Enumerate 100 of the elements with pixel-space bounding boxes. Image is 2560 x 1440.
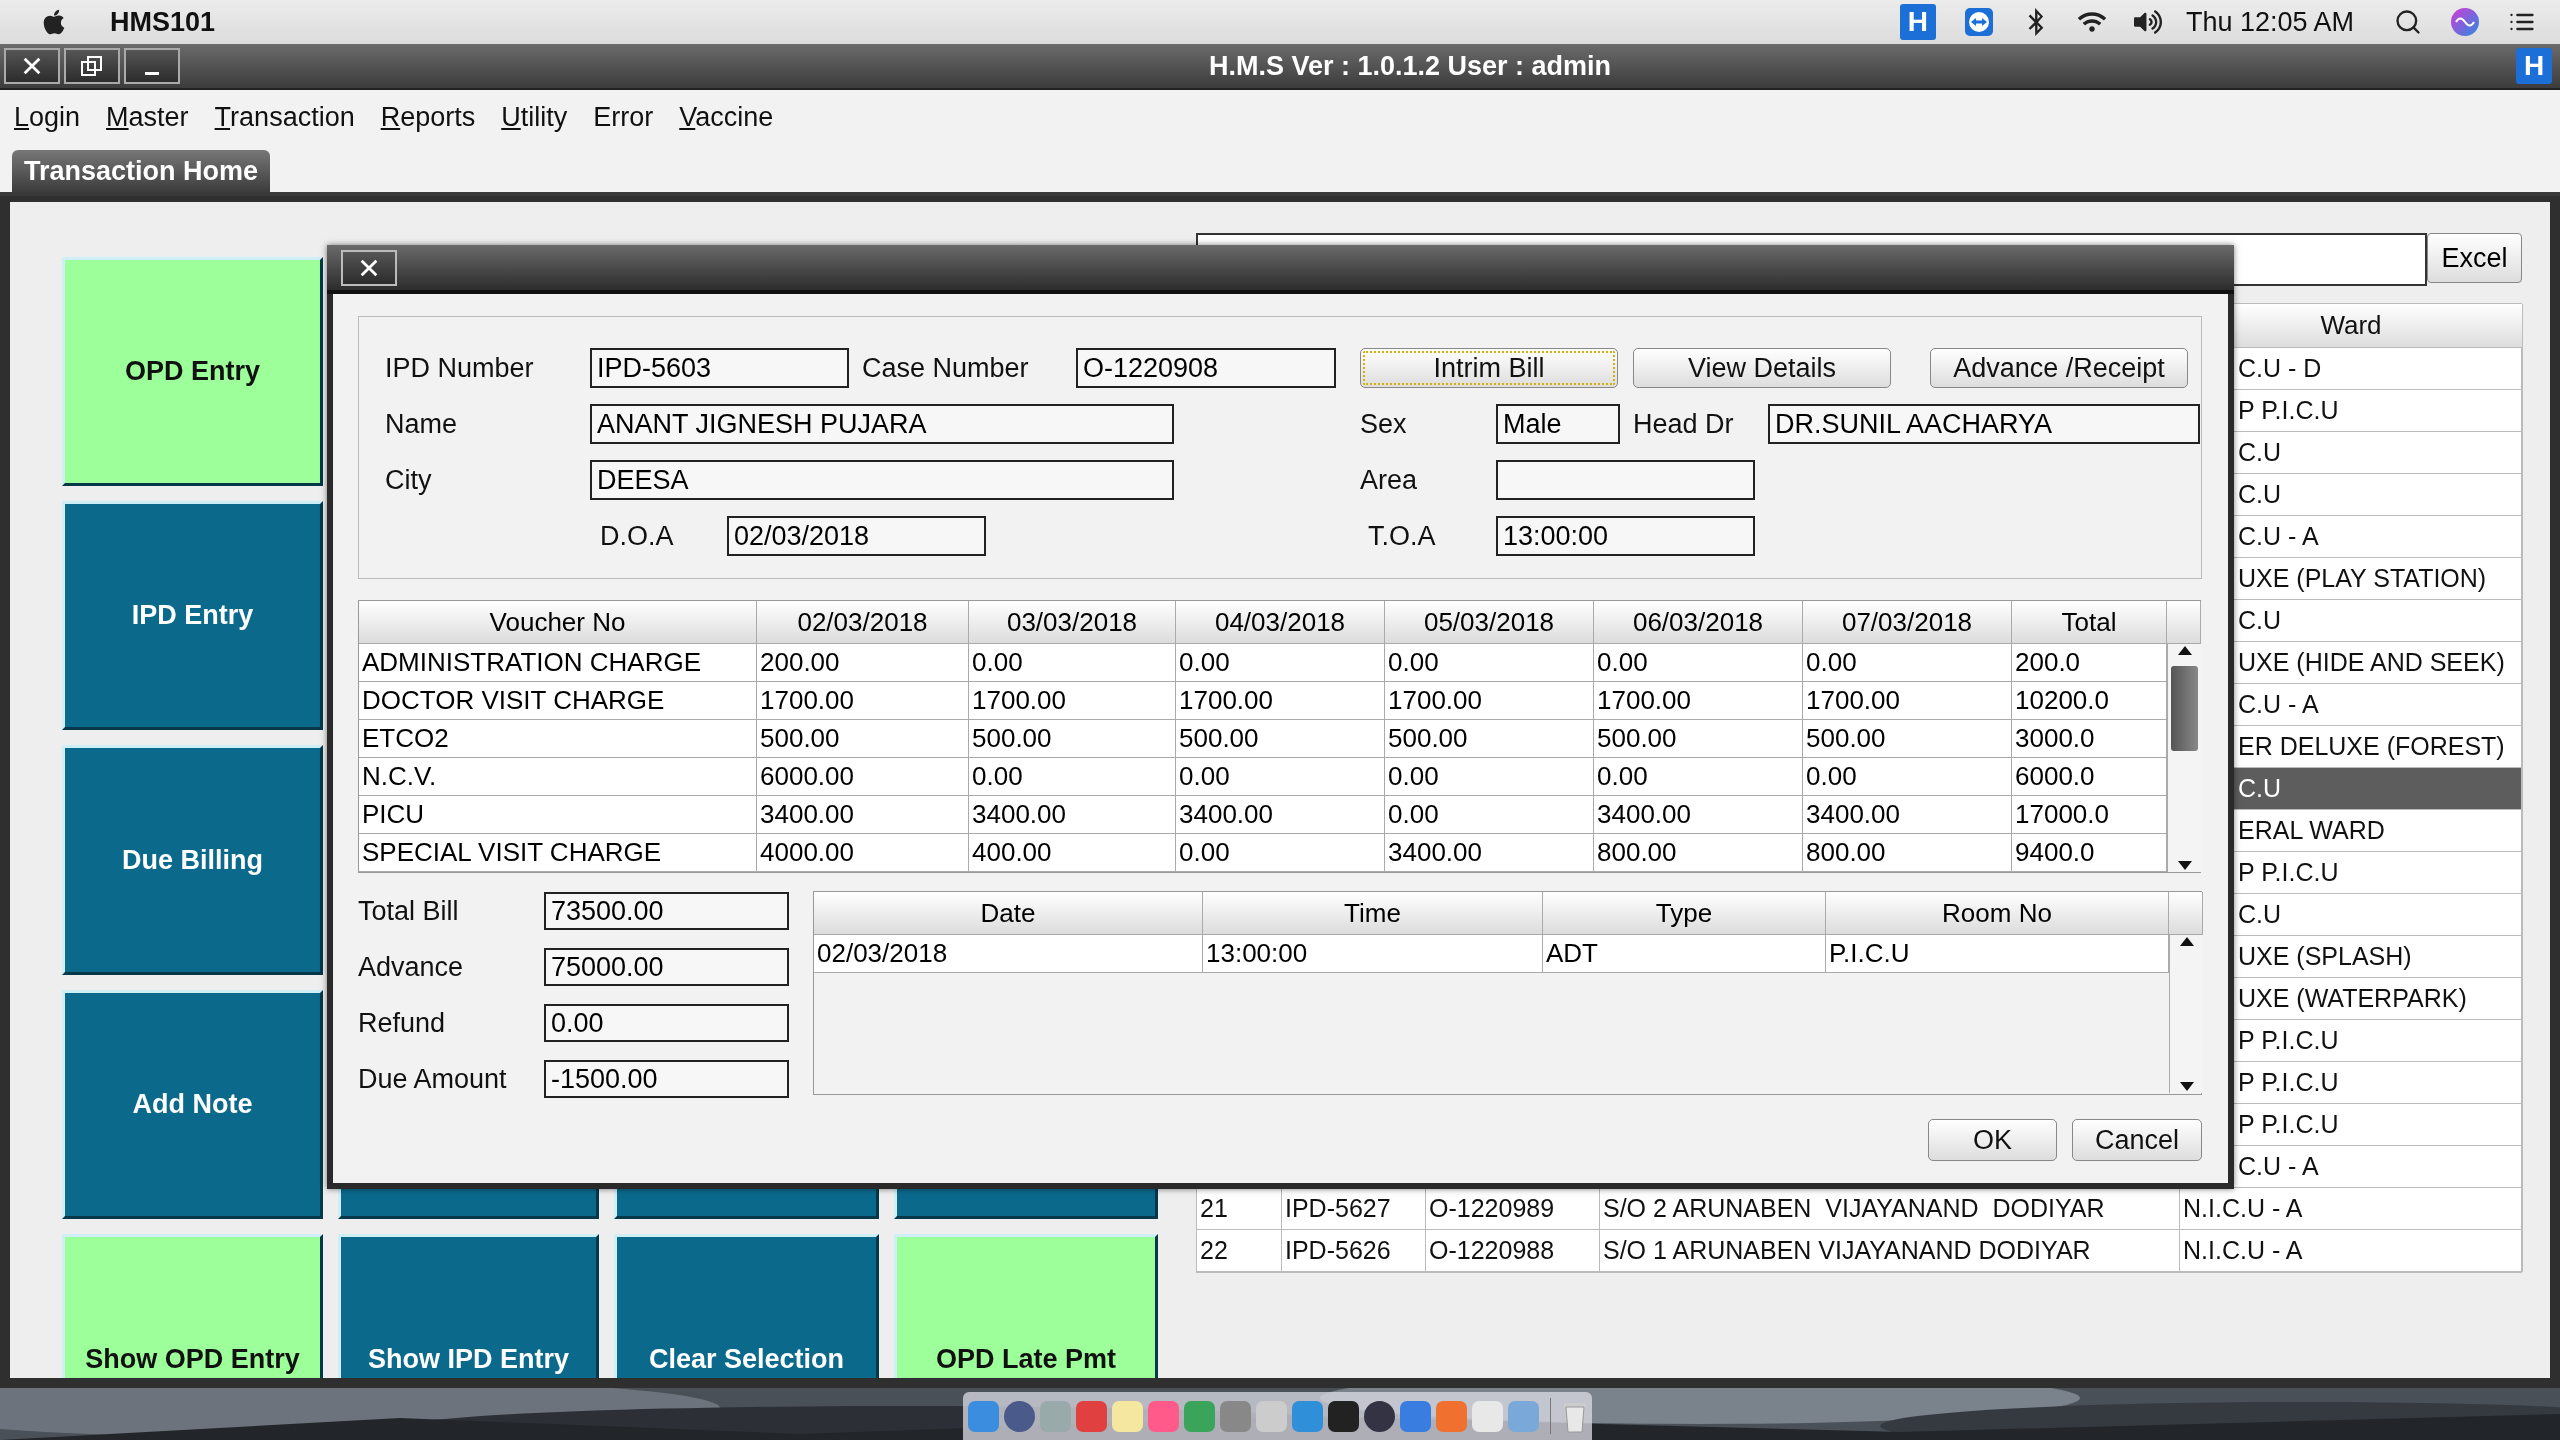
search-icon[interactable]	[2394, 8, 2422, 36]
dialog-button[interactable]: Advance /Receipt	[1930, 348, 2188, 388]
area-field[interactable]	[1496, 460, 1755, 500]
app-name[interactable]: HMS101	[110, 6, 216, 38]
table-cell: 1700.00	[1594, 682, 1803, 720]
column-header[interactable]: 04/03/2018	[1176, 601, 1385, 644]
remote-control-icon[interactable]	[1963, 7, 1994, 37]
table-cell: 3400.00	[1803, 796, 2012, 834]
dialog-button[interactable]: Intrim Bill	[1360, 348, 1618, 388]
menu-item[interactable]: Master	[106, 101, 189, 133]
amount-field[interactable]: -1500.00	[544, 1060, 789, 1098]
table-cell: 0.00	[1385, 758, 1594, 796]
minimize-button[interactable]	[124, 48, 180, 84]
down-arrow-icon[interactable]	[2178, 1081, 2195, 1093]
table-cell: 13:00:00	[1203, 935, 1543, 973]
table-cell: 6000.0	[2012, 758, 2167, 796]
amount-field[interactable]: 0.00	[544, 1004, 789, 1042]
scrollbar[interactable]	[2167, 644, 2201, 872]
up-arrow-icon[interactable]	[2178, 935, 2195, 947]
menu-tile[interactable]: OPD Late Pmt	[894, 1234, 1158, 1378]
field-label: Refund	[358, 1007, 447, 1039]
volume-icon[interactable]	[2133, 8, 2162, 36]
column-header[interactable]: Room No	[1826, 892, 2169, 935]
table-cell: 800.00	[1594, 834, 1803, 872]
table-cell: 3400.00	[1176, 796, 1385, 834]
tab[interactable]: Transaction Home	[12, 150, 271, 192]
column-header[interactable]: 07/03/2018	[1803, 601, 2012, 644]
amount-field[interactable]: 75000.00	[544, 948, 789, 986]
admission-time-field[interactable]: 13:00:00	[1496, 516, 1755, 556]
close-button[interactable]	[4, 48, 60, 84]
dialog-button[interactable]: View Details	[1633, 348, 1891, 388]
menu-item[interactable]: Utility	[501, 101, 568, 133]
field-label: Case Number	[862, 352, 1030, 384]
table-cell: 0.00	[969, 644, 1176, 682]
column-header[interactable]: 06/03/2018	[1594, 601, 1803, 644]
menu-tile[interactable]: IPD Entry	[62, 501, 323, 730]
column-header[interactable]: 02/03/2018	[757, 601, 969, 644]
menu-item[interactable]: Login	[14, 101, 81, 133]
column-header[interactable]: 05/03/2018	[1385, 601, 1594, 644]
column-header[interactable]: Type	[1543, 892, 1826, 935]
menu-tile[interactable]: Due Billing	[62, 745, 323, 975]
table-cell: ADMINISTRATION CHARGE	[359, 644, 757, 682]
case-number-field[interactable]: O-1220908	[1076, 348, 1336, 388]
menu-item[interactable]: Transaction	[214, 101, 355, 133]
menu-tile[interactable]: Show IPD Entry	[338, 1234, 599, 1378]
dialog-button[interactable]: OK	[1928, 1119, 2057, 1161]
table-cell: 0.00	[1803, 644, 2012, 682]
field-label: T.O.A	[1368, 520, 1437, 552]
table-cell: N.C.V.	[359, 758, 757, 796]
table-cell: N.I.C.U - A	[2180, 1230, 2523, 1272]
scrollbar[interactable]	[2169, 935, 2203, 1093]
admission-date-field[interactable]: 02/03/2018	[727, 516, 986, 556]
excel-button[interactable]: Excel	[2427, 233, 2522, 283]
scroll-thumb[interactable]	[2171, 666, 2198, 751]
head-doctor-field[interactable]: DR.SUNIL AACHARYA	[1768, 404, 2200, 444]
up-arrow-icon[interactable]	[2176, 644, 2193, 656]
ipd-number-field[interactable]: IPD-5603	[590, 348, 849, 388]
menu-item[interactable]: Error	[593, 101, 654, 133]
table-cell: ETCO2	[359, 720, 757, 758]
table-cell: 1700.00	[1176, 682, 1385, 720]
dialog-button[interactable]: Cancel	[2072, 1119, 2202, 1161]
table-cell: 3400.00	[1594, 796, 1803, 834]
field-label: Area	[1360, 464, 1419, 496]
close-icon	[21, 55, 43, 77]
menu-tile[interactable]: OPD Entry	[62, 257, 323, 486]
clock[interactable]: Thu 12:05 AM	[2185, 6, 2354, 38]
menu-item[interactable]: Vaccine	[679, 101, 774, 133]
city-field[interactable]: DEESA	[590, 460, 1174, 500]
menu-tile[interactable]: Add Note	[62, 990, 323, 1219]
table-cell: 10200.0	[2012, 682, 2167, 720]
menu-tile[interactable]: Show OPD Entry	[62, 1234, 323, 1378]
table-cell: S/O 1 ARUNABEN VIJAYANAND DODIYAR	[1600, 1230, 2180, 1272]
column-header[interactable]: Time	[1203, 892, 1543, 935]
restore-button[interactable]	[64, 48, 120, 84]
field-label: Name	[385, 408, 459, 440]
sex-field[interactable]: Male	[1496, 404, 1620, 444]
column-header[interactable]: 03/03/2018	[969, 601, 1176, 644]
table-row[interactable]: 22 IPD-5626 O-1220988 S/O 1 ARUNABEN VIJAYANAND DODIYAR N.I.C.U - A	[1197, 1230, 2521, 1272]
table-cell: 0.00	[1176, 758, 1385, 796]
minimize-icon	[145, 71, 159, 75]
column-header[interactable]: Date	[814, 892, 1203, 935]
field-label: Total Bill	[358, 895, 460, 927]
status-badge[interactable]: H	[1899, 4, 1936, 40]
app-icon[interactable]	[1363, 1400, 1395, 1432]
menu-tile[interactable]: Clear Selection	[614, 1234, 879, 1378]
siri-icon[interactable]	[2450, 7, 2480, 37]
amount-field[interactable]: 73500.00	[544, 892, 789, 930]
menu-item[interactable]: Reports	[380, 101, 476, 133]
table-cell: 22	[1197, 1230, 1282, 1272]
app-icon[interactable]	[1327, 1400, 1359, 1432]
header-corner	[2169, 892, 2203, 935]
name-field[interactable]: ANANT JIGNESH PUJARA	[590, 404, 1174, 444]
down-arrow-icon[interactable]	[2176, 860, 2193, 872]
table-cell: 500.00	[1385, 720, 1594, 758]
table-cell: 500.00	[1803, 720, 2012, 758]
column-header[interactable]: Total	[2012, 601, 2167, 644]
table-cell: DOCTOR VISIT CHARGE	[359, 682, 757, 720]
close-button[interactable]	[341, 249, 397, 286]
field-label: IPD Number	[385, 352, 535, 384]
column-header[interactable]: Voucher No	[359, 601, 757, 644]
